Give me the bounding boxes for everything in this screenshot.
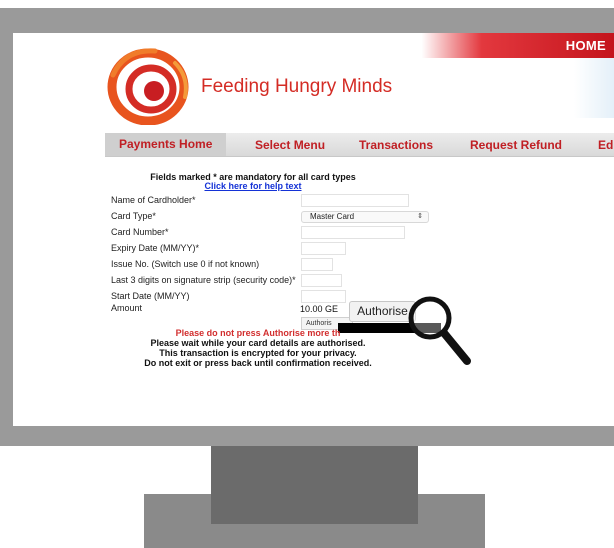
card-type-label: Card Type* bbox=[111, 211, 156, 221]
authorise-warning: Please do not press Authorise more th bbox=[175, 328, 341, 338]
tab-edit[interactable]: Edi bbox=[598, 138, 614, 152]
cardholder-input[interactable] bbox=[301, 194, 409, 207]
spiral-logo-icon bbox=[107, 48, 189, 125]
start-date-label: Start Date (MM/YY) bbox=[111, 291, 190, 301]
monitor-neck-lower bbox=[211, 494, 418, 524]
card-number-input[interactable] bbox=[301, 226, 405, 239]
magnifying-glass-icon bbox=[408, 296, 471, 365]
expiry-label: Expiry Date (MM/YY)* bbox=[111, 243, 200, 253]
issue-no-label: Issue No. (Switch use 0 if not known) bbox=[111, 259, 260, 269]
updown-arrow-icon: ⇕ bbox=[417, 213, 423, 220]
tab-payments-home[interactable]: Payments Home bbox=[105, 133, 227, 156]
card-type-select[interactable]: Master Card ⇕ bbox=[301, 211, 429, 223]
no-exit-message: Do not exit or press back until confirma… bbox=[144, 358, 372, 368]
nav-bar: Payments Home Select Menu Transactions R… bbox=[105, 133, 614, 157]
decorative-tint bbox=[574, 58, 614, 118]
home-link[interactable]: HOME bbox=[566, 38, 606, 53]
card-type-value: Master Card bbox=[310, 212, 355, 221]
start-date-input[interactable] bbox=[301, 290, 346, 303]
browser-screen: HOME Feeding Hungry Minds Payments Home … bbox=[13, 33, 614, 426]
card-number-label: Card Number* bbox=[111, 227, 169, 237]
tab-transactions[interactable]: Transactions bbox=[359, 138, 433, 152]
cardholder-label: Name of Cardholder* bbox=[111, 195, 196, 205]
tab-request-refund[interactable]: Request Refund bbox=[470, 138, 562, 152]
issue-no-input[interactable] bbox=[301, 258, 333, 271]
help-link[interactable]: Click here for help text bbox=[113, 181, 393, 191]
security-code-label: Last 3 digits on signature strip (securi… bbox=[111, 275, 296, 285]
site-title: Feeding Hungry Minds bbox=[201, 76, 393, 97]
security-code-input[interactable] bbox=[301, 274, 342, 287]
amount-label: Amount bbox=[111, 303, 143, 313]
wait-message: Please wait while your card details are … bbox=[150, 338, 366, 348]
expiry-input[interactable] bbox=[301, 242, 346, 255]
top-bar: HOME bbox=[13, 33, 614, 58]
tab-select-menu[interactable]: Select Menu bbox=[255, 138, 325, 152]
amount-value: 10.00 GE bbox=[300, 304, 339, 314]
privacy-message: This transaction is encrypted for your p… bbox=[159, 348, 357, 358]
monitor-frame: HOME Feeding Hungry Minds Payments Home … bbox=[0, 8, 614, 446]
